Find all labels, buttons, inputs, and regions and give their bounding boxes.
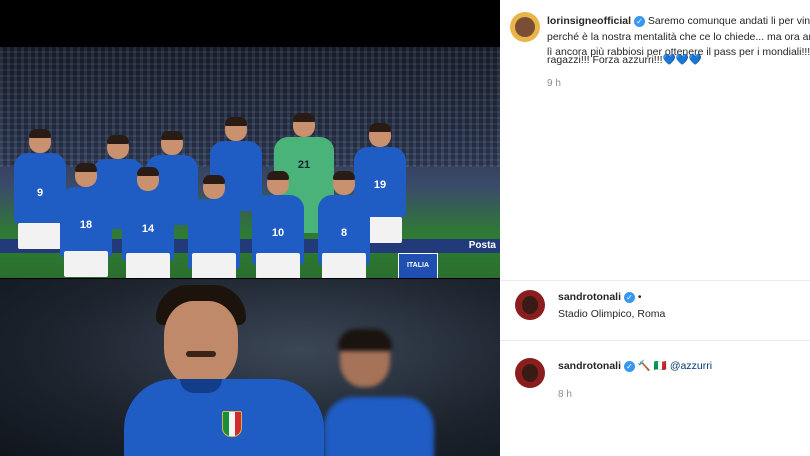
- foreground-player: [120, 283, 330, 456]
- italia-banner: ITALIA: [398, 253, 438, 278]
- media-panel: Posta 9 21 19 18 14 10 8 ITALIA: [0, 0, 500, 456]
- comment: sandrotonali ✓ 🔨 🇮🇹 @azzurri: [558, 359, 712, 375]
- verified-badge-icon: ✓: [633, 15, 645, 27]
- caption-line: perché è la nostra mentalità che ce lo c…: [547, 31, 810, 43]
- avatar[interactable]: [515, 358, 545, 388]
- username[interactable]: sandrotonali: [558, 291, 621, 303]
- verified-badge-icon: ✓: [623, 291, 635, 303]
- username[interactable]: sandrotonali: [558, 360, 621, 372]
- post-header: sandrotonali ✓ •: [558, 290, 642, 306]
- avatar[interactable]: [515, 290, 545, 320]
- caption-line: Saremo comunque andati li per vinc: [647, 15, 810, 27]
- comment-emojis: 🔨 🇮🇹: [637, 360, 667, 372]
- username[interactable]: lorinsigneofficial: [547, 15, 631, 27]
- italy-crest: [222, 411, 242, 437]
- background-player: [324, 329, 440, 456]
- instagram-feed: lorinsigneofficial ✓ Saremo comunque and…: [500, 0, 810, 456]
- jersey-number: 19: [373, 179, 387, 191]
- location-link[interactable]: Stadio Olimpico, Roma: [558, 307, 665, 323]
- jersey-number: 9: [36, 187, 44, 199]
- caption: lorinsigneofficial ✓ Saremo comunque and…: [547, 14, 810, 30]
- avatar[interactable]: [510, 12, 540, 42]
- caption-line: ragazzi!!! Forza azzurri!!!💙💙💙: [547, 54, 702, 66]
- team-photo: Posta 9 21 19 18 14 10 8 ITALIA: [0, 47, 500, 278]
- verified-badge-icon: ✓: [623, 360, 635, 372]
- board-text: Posta: [468, 240, 496, 251]
- player-closeup-photo: [0, 279, 500, 456]
- jersey-number: 18: [79, 219, 93, 231]
- jersey-number: 21: [297, 159, 311, 171]
- mention-link[interactable]: @azzurri: [670, 360, 712, 372]
- timestamp: 9 h: [547, 78, 561, 89]
- jersey-number: 10: [271, 227, 285, 239]
- dot-separator: •: [637, 291, 642, 303]
- jersey-number: 14: [141, 223, 155, 235]
- timestamp: 8 h: [558, 389, 572, 400]
- banner-text: ITALIA: [406, 262, 430, 269]
- jersey-number: 8: [340, 227, 348, 239]
